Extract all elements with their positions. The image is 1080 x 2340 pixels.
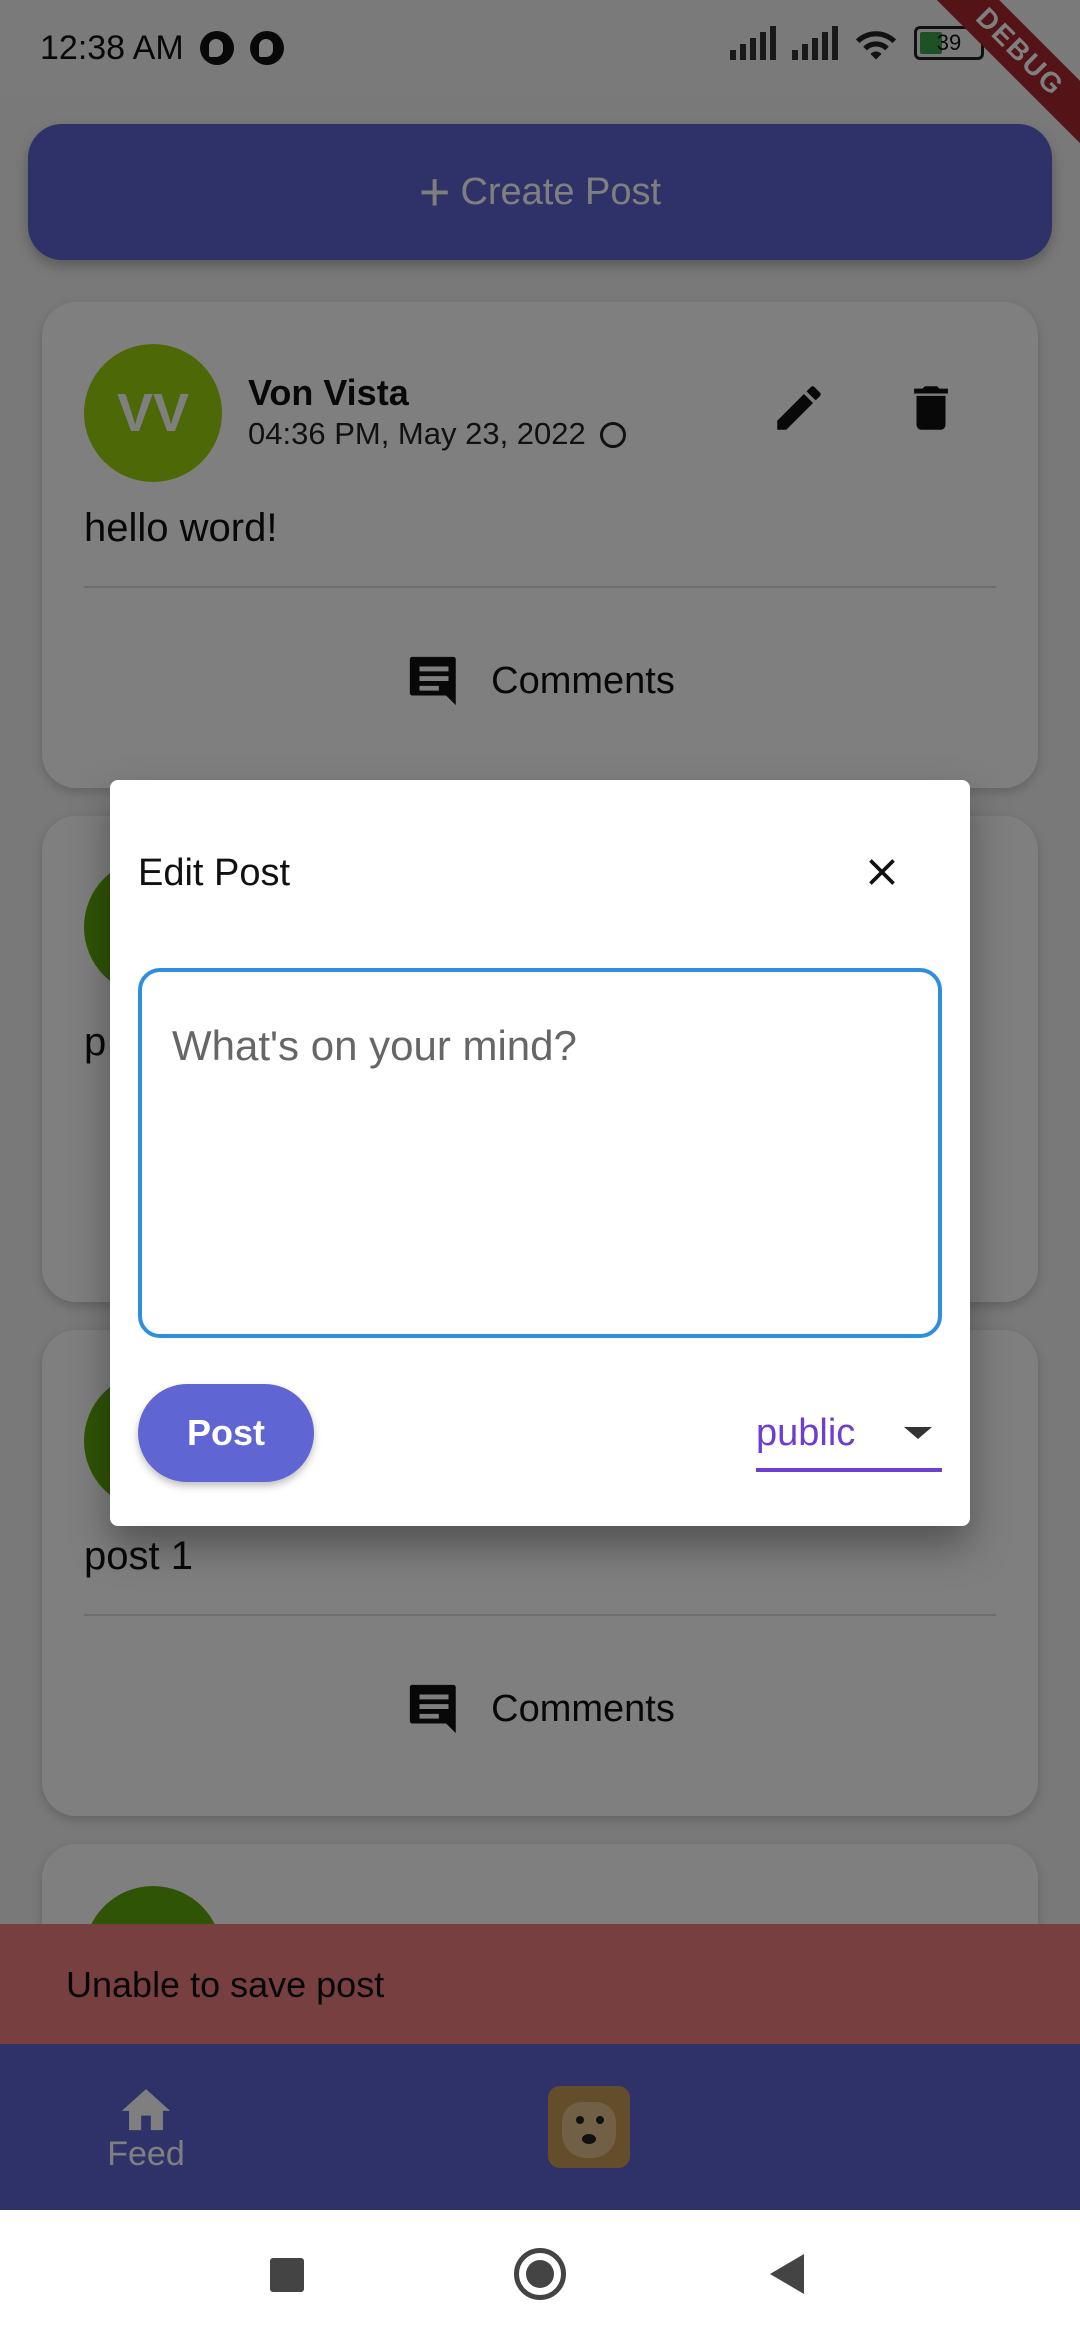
edit-post-dialog: Edit Post What's on your mind? Post publ… <box>110 780 970 1526</box>
recents-button[interactable] <box>270 2258 304 2292</box>
home-button[interactable] <box>514 2248 566 2300</box>
privacy-dropdown[interactable]: public <box>756 1398 942 1472</box>
back-button[interactable] <box>770 2254 804 2294</box>
dropdown-arrow-icon <box>904 1427 932 1439</box>
post-button[interactable]: Post <box>138 1384 314 1482</box>
post-text-input[interactable]: What's on your mind? <box>138 968 942 1338</box>
post-text-placeholder: What's on your mind? <box>172 1022 577 1069</box>
privacy-value: public <box>756 1411 856 1454</box>
dialog-title: Edit Post <box>138 852 291 894</box>
system-navigation-bar <box>0 2210 1080 2340</box>
close-icon[interactable] <box>860 850 904 894</box>
